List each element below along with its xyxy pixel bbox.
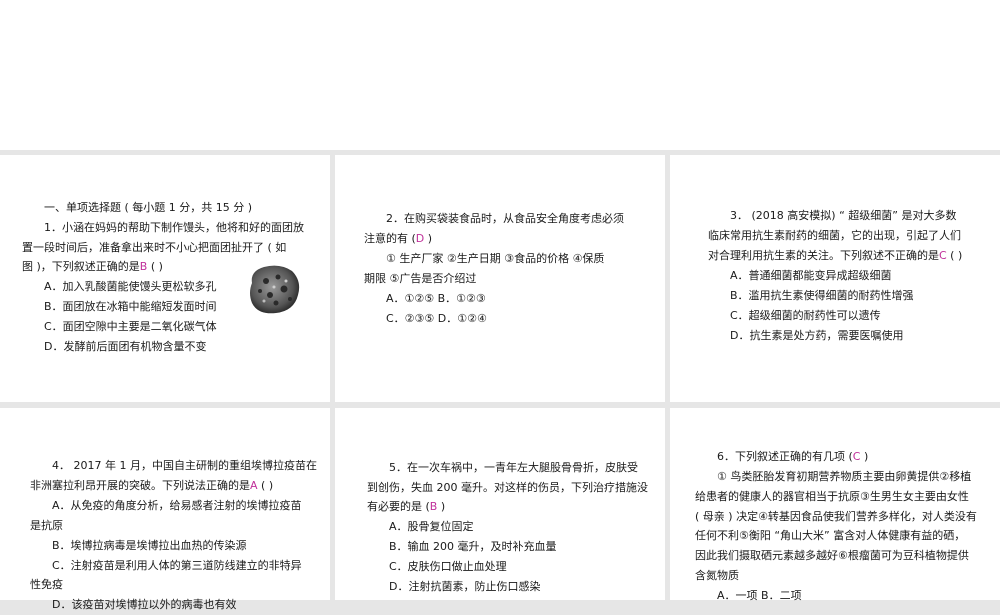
q2-stem-line-1: 2．在购买袋装食品时，从食品安全角度考虑必须 bbox=[386, 212, 624, 225]
q3-option-c: C．超级细菌的耐药性可以遗传 bbox=[730, 309, 881, 322]
q4-option-c-line-2: 性免疫 bbox=[30, 578, 63, 591]
q6-body-line-3: ( 母亲 ) 决定④转基因食品使我们营养多样化，对人类没有 bbox=[695, 510, 977, 523]
q6-body-line-6: 含氮物质 bbox=[695, 569, 739, 582]
q1-stem-line-1: 1．小涵在妈妈的帮助下制作馒头，他将和好的面团放 bbox=[44, 221, 304, 234]
q2-options-cd: C．②③⑤ D．①②④ bbox=[386, 312, 487, 325]
q3-answer: C bbox=[939, 249, 947, 262]
q1-stem-line-2: 置一段时间后，准备拿出来时不小心把面团扯开了 ( 如 bbox=[22, 241, 287, 254]
q3-stem-line-1: 3． (2018 高安模拟) “ 超级细菌” 是对大多数 bbox=[730, 209, 957, 222]
q5-stem-line-1: 5．在一次车祸中，一青年左大腿股骨骨折，皮肤受 bbox=[389, 461, 638, 474]
q6-stem: 6．下列叙述正确的有几项 (C ) bbox=[717, 450, 869, 463]
q2-items-line-1: ① 生产厂家 ②生产日期 ③食品的价格 ④保质 bbox=[386, 252, 605, 265]
q5-option-d: D．注射抗菌素，防止伤口感染 bbox=[389, 580, 541, 593]
q5-option-b: B．输血 200 毫升，及时补充血量 bbox=[389, 540, 557, 553]
section-title: 一、单项选择题 ( 每小题 1 分，共 15 分 ) bbox=[44, 201, 253, 214]
q5-stem-line-3: 有必要的是 (B ) bbox=[367, 500, 446, 513]
q5-stem-line-2: 到创伤，失血 200 毫升。对这样的伤员，下列治疗措施没 bbox=[367, 481, 648, 494]
q4-option-a-line-1: A．从免疫的角度分析，给易感者注射的埃博拉疫苗 bbox=[52, 499, 302, 512]
q1-option-a: A．加入乳酸菌能使馒头更松软多孔 bbox=[44, 280, 217, 293]
bread-dough-photo-icon bbox=[250, 265, 300, 314]
q4-option-d: D．该疫苗对埃博拉以外的病毒也有效 bbox=[52, 598, 237, 611]
q6-body-line-5: 因此我们摄取硒元素越多越好⑥根瘤菌可为豆科植物提供 bbox=[695, 549, 969, 562]
q6-body-line-2: 给患者的健康人的器官相当于抗原③生男生女主要由女性 bbox=[695, 490, 969, 503]
q6-body-line-4: 任何不利⑤衡阳 “角山大米” 富含对人体健康有益的硒， bbox=[695, 529, 966, 542]
q1-option-d: D．发酵前后面团有机物含量不变 bbox=[44, 340, 207, 353]
q2-items-line-2: 期限 ⑤广告是否介绍过 bbox=[364, 272, 477, 285]
q1-option-b: B．面团放在冰箱中能缩短发面时间 bbox=[44, 300, 217, 313]
top-blank-area bbox=[0, 0, 1000, 150]
q4-stem-line-2: 非洲塞拉利昂开展的突破。下列说法正确的是A ( ) bbox=[30, 479, 274, 492]
q3-option-a: A．普通细菌都能变异成超级细菌 bbox=[730, 269, 892, 282]
q2-answer: D bbox=[415, 232, 425, 245]
q4-option-c-line-1: C．注射疫苗是利用人体的第三道防线建立的非特异 bbox=[52, 559, 302, 572]
q2-options-ab: A．①②⑤ B．①②③ bbox=[386, 292, 486, 305]
q6-body-line-1: ① 鸟类胚胎发育初期营养物质主要由卵黄提供②移植 bbox=[717, 470, 972, 483]
q4-answer: A bbox=[250, 479, 258, 492]
q6-options-ab: A．一项 B．二项 bbox=[717, 589, 802, 602]
q4-option-a-line-2: 是抗原 bbox=[30, 519, 63, 532]
q3-option-b: B．滥用抗生素使得细菌的耐药性增强 bbox=[730, 289, 914, 302]
q4-stem-line-1: 4． 2017 年 1 月，中国自主研制的重组埃博拉疫苗在 bbox=[52, 459, 317, 472]
q3-stem-line-2: 临床常用抗生素耐药的细菌，它的出现，引起了人们 bbox=[708, 229, 961, 242]
q1-stem-line-3: 图 )，下列叙述正确的是B ( ) bbox=[22, 260, 163, 273]
q1-option-c: C．面团空隙中主要是二氧化碳气体 bbox=[44, 320, 217, 333]
q3-option-d: D．抗生素是处方药，需要医嘱使用 bbox=[730, 329, 904, 342]
q3-stem-line-3: 对合理利用抗生素的关注。下列叙述不正确的是C ( ) bbox=[708, 249, 963, 262]
q2-stem-line-2: 注意的有 (D ) bbox=[364, 232, 433, 245]
q5-option-c: C．皮肤伤口做止血处理 bbox=[389, 560, 507, 573]
q5-option-a: A．股骨复位固定 bbox=[389, 520, 474, 533]
q4-option-b: B．埃博拉病毒是埃博拉出血热的传染源 bbox=[52, 539, 247, 552]
